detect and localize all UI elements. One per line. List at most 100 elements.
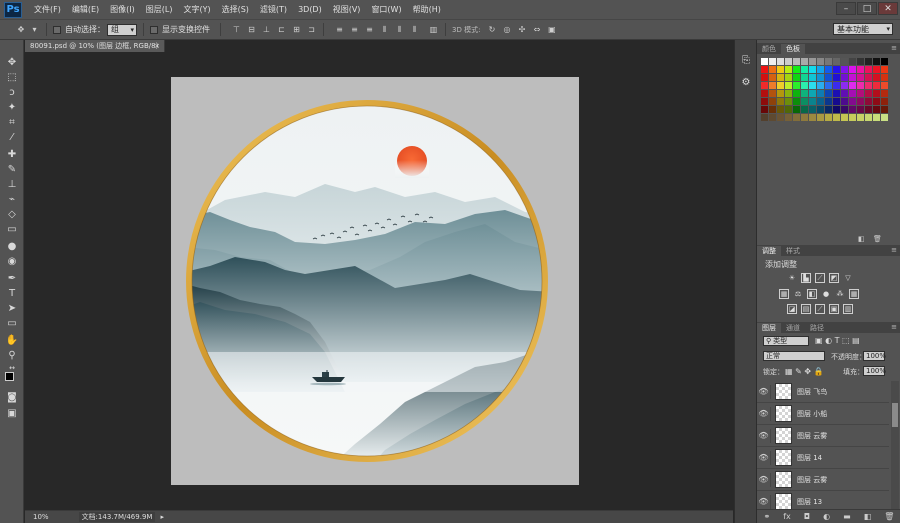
color-swatch[interactable] — [825, 66, 832, 73]
align-bottom-icon[interactable]: ⊥ — [261, 24, 272, 35]
color-lookup-icon[interactable]: ▦ — [849, 289, 859, 299]
color-swatch[interactable] — [873, 82, 880, 89]
tab-color[interactable]: 颜色 — [757, 44, 781, 54]
trash-icon[interactable]: 🗑 — [873, 235, 882, 243]
color-swatch[interactable] — [865, 82, 872, 89]
color-swatch[interactable] — [849, 74, 856, 81]
color-swatch[interactable] — [825, 58, 832, 65]
blur-tool-icon[interactable]: ● — [4, 239, 20, 253]
3d-pan-icon[interactable]: ✣ — [516, 24, 527, 35]
marquee-tool-icon[interactable]: ⬚ — [4, 70, 20, 84]
visibility-eye-icon[interactable]: 👁 — [757, 450, 771, 465]
color-swatch[interactable] — [833, 58, 840, 65]
color-swatch[interactable] — [857, 90, 864, 97]
color-swatch[interactable] — [841, 58, 848, 65]
color-swatch[interactable] — [857, 98, 864, 105]
color-swatch[interactable] — [785, 74, 792, 81]
color-swatch[interactable] — [849, 82, 856, 89]
color-swatch[interactable] — [841, 82, 848, 89]
color-swatch[interactable] — [785, 82, 792, 89]
move-tool-icon[interactable]: ✥ — [4, 55, 20, 69]
new-adjustment-icon[interactable]: ◐ — [823, 512, 830, 521]
color-swatch[interactable] — [825, 82, 832, 89]
color-swatch[interactable] — [833, 90, 840, 97]
color-swatch[interactable] — [849, 66, 856, 73]
color-swatch[interactable] — [857, 58, 864, 65]
color-swatch[interactable] — [777, 90, 784, 97]
color-swatch[interactable] — [793, 98, 800, 105]
menu-window[interactable]: 窗口(W) — [371, 4, 401, 15]
menu-3d[interactable]: 3D(D) — [298, 5, 322, 14]
color-swatch[interactable] — [785, 98, 792, 105]
auto-select-checkbox[interactable] — [53, 25, 61, 34]
align-hcenter-icon[interactable]: ⊞ — [291, 24, 302, 35]
color-swatch[interactable] — [769, 114, 776, 121]
color-swatch[interactable] — [881, 82, 888, 89]
color-swatch[interactable] — [761, 74, 768, 81]
menu-select[interactable]: 选择(S) — [222, 4, 249, 15]
layer-filter-dropdown[interactable]: ⚲ 类型 — [763, 336, 809, 346]
color-swatch[interactable] — [833, 114, 840, 121]
color-swatch[interactable] — [849, 58, 856, 65]
color-swatch[interactable] — [841, 90, 848, 97]
color-swatch[interactable] — [825, 98, 832, 105]
color-swatch[interactable] — [849, 114, 856, 121]
photo-filter-icon[interactable]: ● — [821, 289, 831, 299]
tab-swatches[interactable]: 色板 — [781, 44, 805, 54]
color-swatch[interactable] — [857, 82, 864, 89]
close-tab-icon[interactable]: × — [154, 42, 160, 50]
distribute-right-icon[interactable]: ⦀ — [409, 24, 420, 35]
layer-row[interactable]: 👁 图层 14 — [757, 447, 889, 469]
menu-filter[interactable]: 滤镜(T) — [260, 4, 287, 15]
new-swatch-icon[interactable]: ◧ — [858, 235, 865, 243]
invert-icon[interactable]: ◪ — [787, 304, 797, 314]
color-swatch[interactable] — [793, 66, 800, 73]
color-swatch[interactable] — [793, 90, 800, 97]
visibility-eye-icon[interactable]: 👁 — [757, 428, 771, 443]
color-swatch[interactable] — [809, 98, 816, 105]
color-swatch[interactable] — [833, 74, 840, 81]
align-left-icon[interactable]: ⊏ — [276, 24, 287, 35]
color-swatch[interactable] — [857, 106, 864, 113]
rectangle-tool-icon[interactable]: ▭ — [4, 316, 20, 330]
color-swatch[interactable] — [817, 66, 824, 73]
color-swatch[interactable] — [809, 74, 816, 81]
menu-file[interactable]: 文件(F) — [34, 4, 61, 15]
distribute-vcenter-icon[interactable]: ≡ — [349, 24, 360, 35]
layer-style-icon[interactable]: fx — [783, 512, 791, 521]
color-swatch[interactable] — [801, 58, 808, 65]
fill-input[interactable]: 100% — [863, 366, 886, 376]
layer-filter-icons[interactable]: ▣ ◐ T ⬚ ▤ — [815, 336, 860, 345]
type-tool-icon[interactable]: T — [4, 286, 20, 300]
crop-tool-icon[interactable]: ⌗ — [4, 115, 20, 129]
align-right-icon[interactable]: ⊐ — [306, 24, 317, 35]
color-swatch[interactable] — [809, 90, 816, 97]
color-swatch[interactable] — [865, 98, 872, 105]
color-swatch[interactable] — [801, 98, 808, 105]
color-swatch[interactable] — [881, 114, 888, 121]
color-swatch[interactable] — [761, 90, 768, 97]
visibility-eye-icon[interactable]: 👁 — [757, 384, 771, 399]
color-swatch[interactable] — [809, 58, 816, 65]
chevron-down-icon[interactable]: ▾ — [29, 24, 40, 35]
lock-icons[interactable]: ▦ ✎ ✥ 🔒 — [785, 367, 824, 376]
selective-color-icon[interactable]: ▣ — [829, 304, 839, 314]
layer-row[interactable]: 👁 图层 飞鸟 — [757, 381, 889, 403]
color-swatch[interactable] — [769, 90, 776, 97]
zoom-tool-icon[interactable]: ⚲ — [4, 348, 20, 362]
color-swatch[interactable] — [777, 98, 784, 105]
distribute-left-icon[interactable]: ⦀ — [379, 24, 390, 35]
color-swatch[interactable] — [849, 90, 856, 97]
hue-saturation-icon[interactable]: ▦ — [779, 289, 789, 299]
color-swatch[interactable] — [865, 90, 872, 97]
layer-row[interactable]: 👁 图层 小船 — [757, 403, 889, 425]
color-swatch[interactable] — [865, 58, 872, 65]
color-swatch[interactable] — [841, 74, 848, 81]
color-swatch[interactable] — [817, 114, 824, 121]
color-swatch[interactable] — [785, 106, 792, 113]
color-swatch[interactable] — [801, 90, 808, 97]
color-swatch[interactable] — [769, 66, 776, 73]
color-swatch[interactable] — [769, 58, 776, 65]
color-swatch[interactable] — [817, 58, 824, 65]
workspace-dropdown[interactable]: 基本功能 ▾ — [833, 23, 893, 35]
